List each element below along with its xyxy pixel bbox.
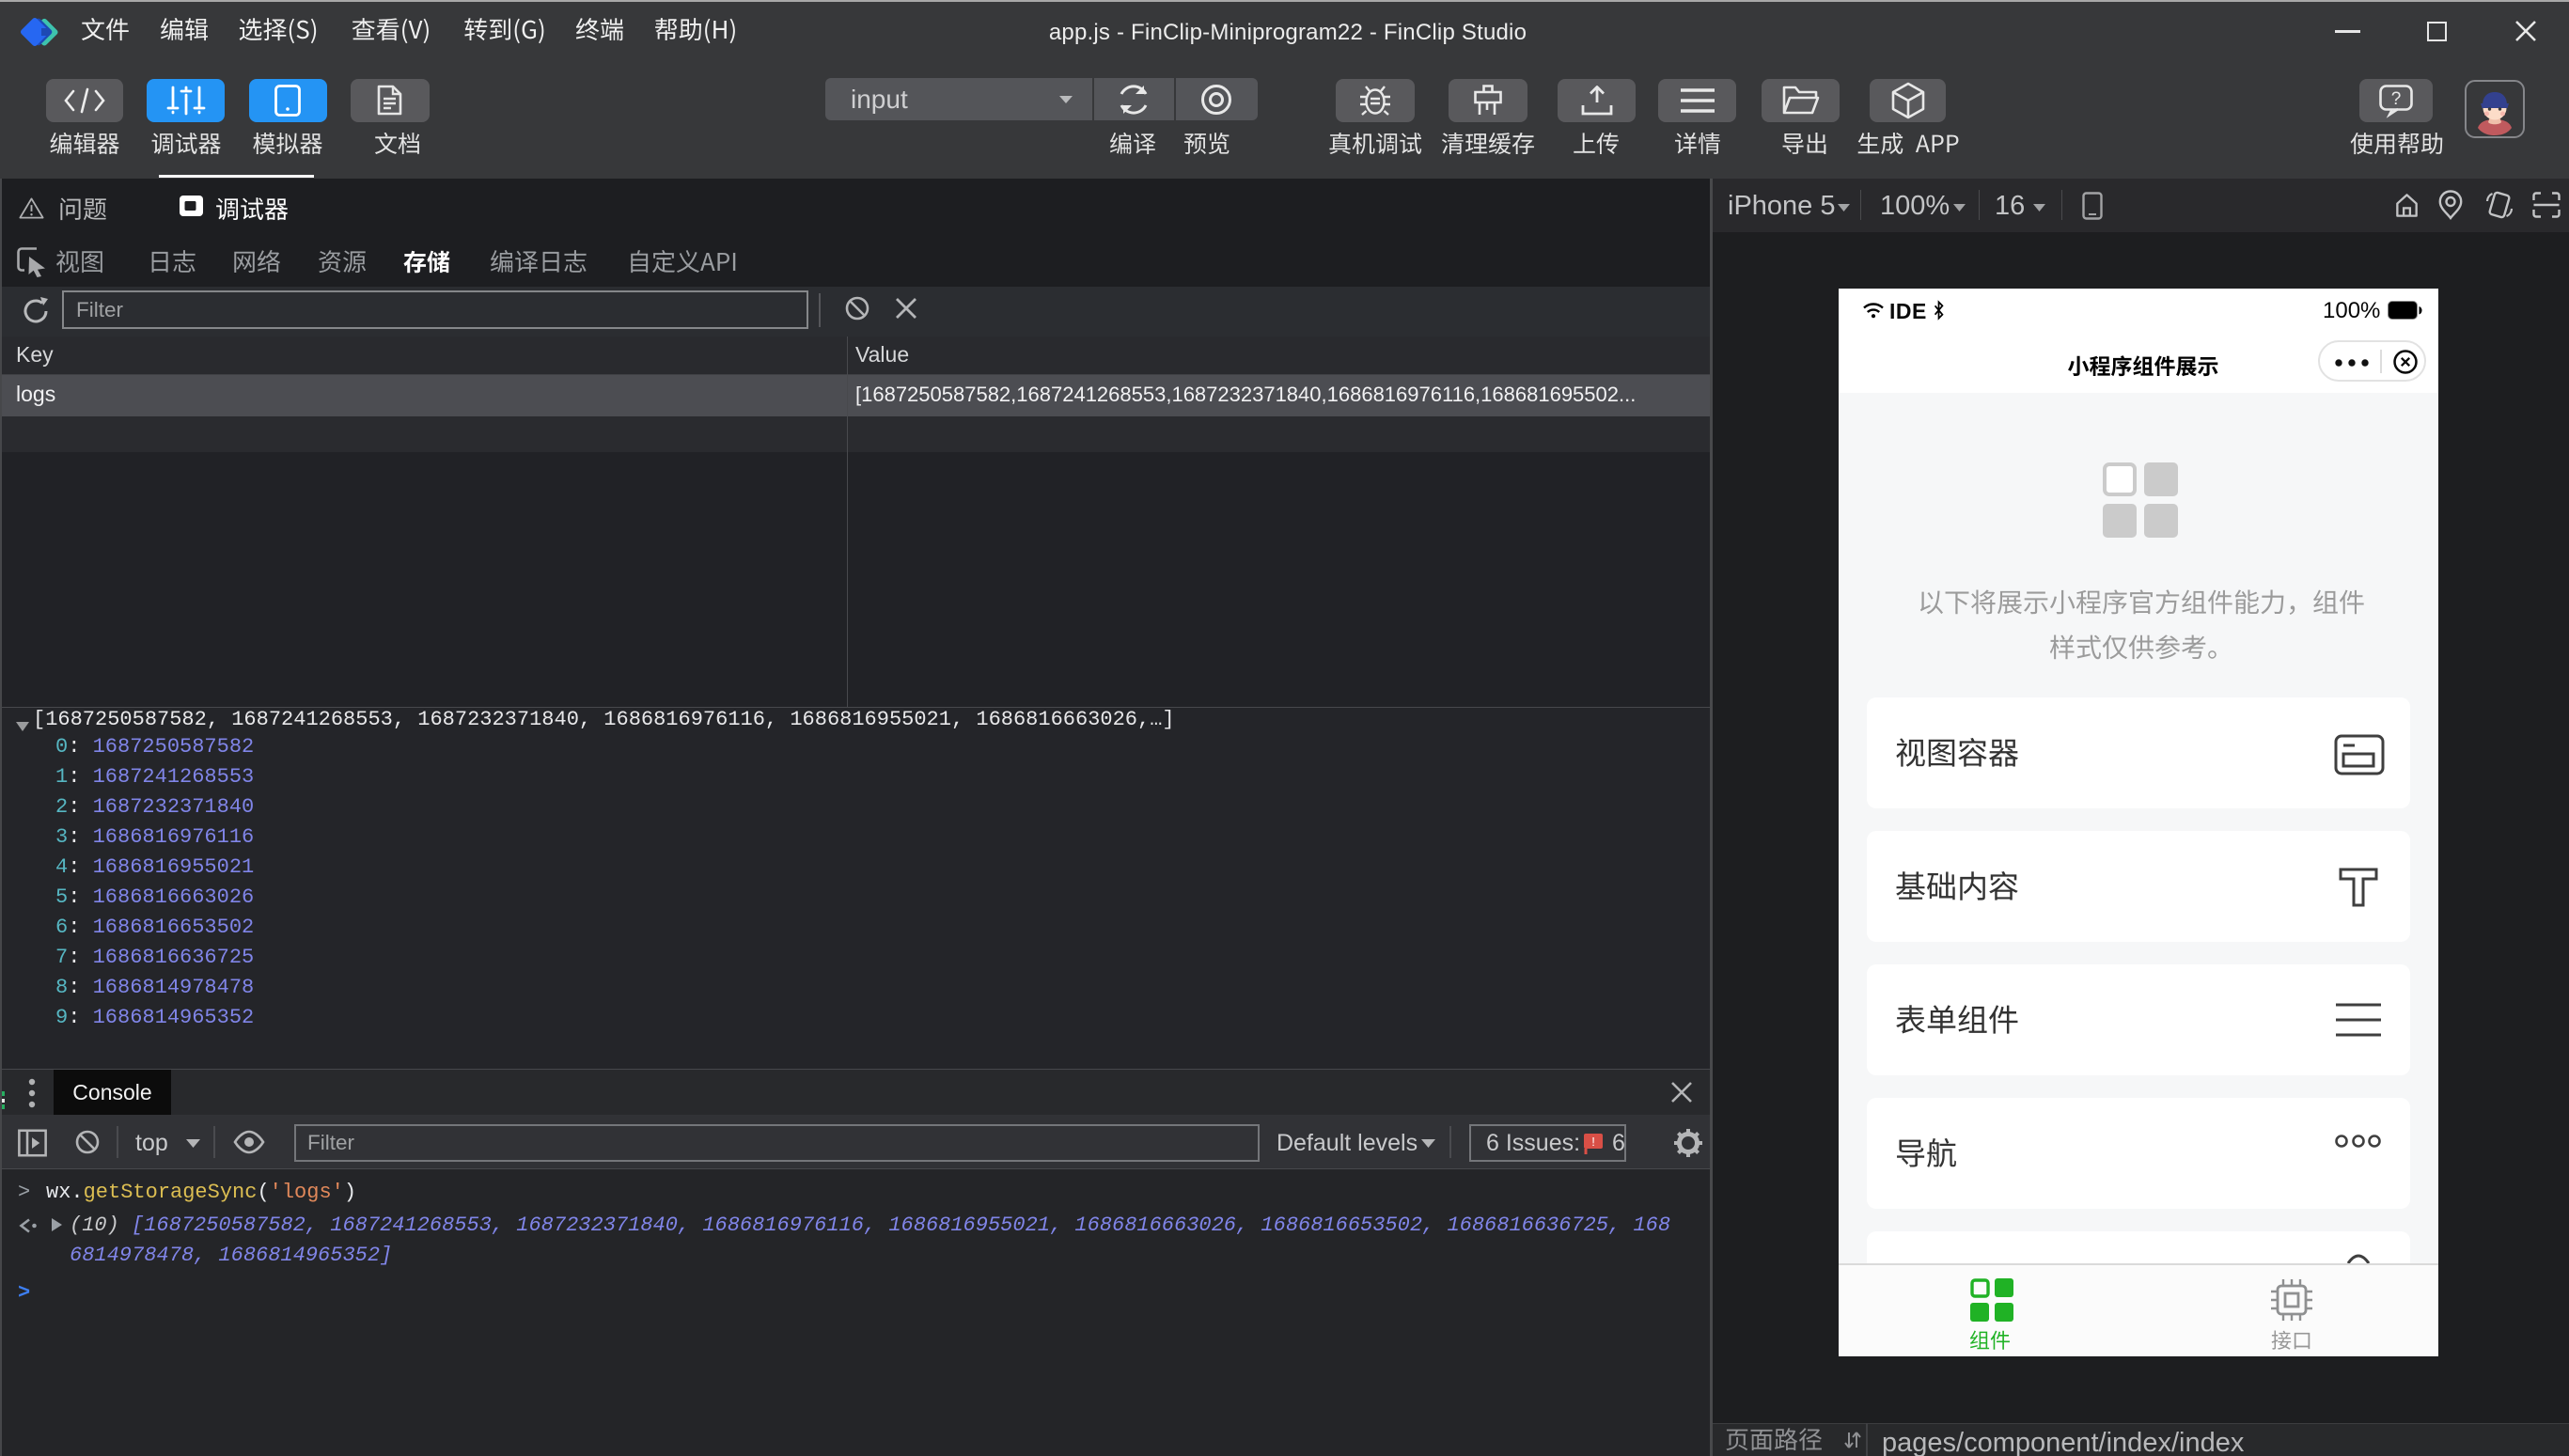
svg-text:!: !	[1591, 1135, 1595, 1149]
svg-text:?: ?	[2391, 89, 2402, 109]
